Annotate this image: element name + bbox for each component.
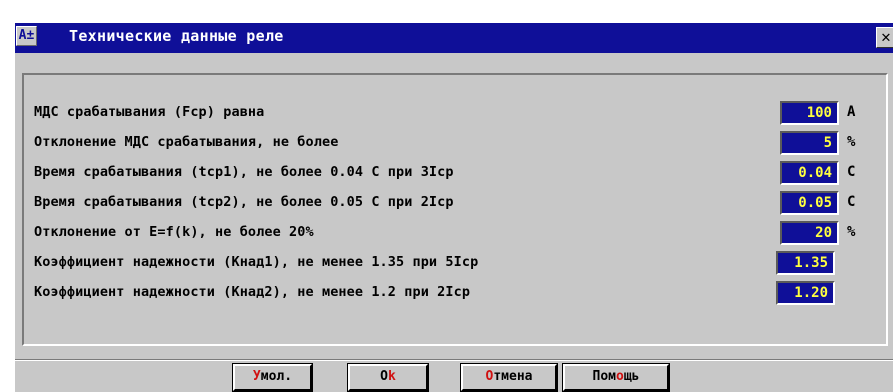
hotkey-letter: о bbox=[616, 369, 624, 384]
trigger-time-2-field[interactable]: 0.05 bbox=[780, 191, 839, 215]
divider bbox=[15, 359, 893, 361]
default-button[interactable]: Умол. bbox=[232, 363, 313, 392]
title-bar[interactable]: A± Технические данные реле bbox=[15, 23, 893, 53]
row-trigger-time-1: Время срабатывания (tср1), не более 0.04… bbox=[24, 161, 874, 186]
system-menu-icon[interactable]: A± bbox=[16, 26, 37, 46]
trigger-time-1-field[interactable]: 0.04 bbox=[780, 161, 839, 185]
row-label: МДС срабатывания (Fср) равна bbox=[34, 104, 265, 120]
row-unit: % bbox=[847, 134, 856, 150]
row-trigger-mmf: МДС срабатывания (Fср) равна 100 А bbox=[24, 101, 874, 126]
row-mmf-deviation: Отклонение МДС срабатывания, не более 5 … bbox=[24, 131, 874, 156]
trigger-mmf-field[interactable]: 100 bbox=[780, 101, 839, 125]
row-label: Отклонение МДС срабатывания, не более bbox=[34, 134, 339, 150]
help-button[interactable]: Помощь bbox=[562, 363, 670, 392]
button-label: О bbox=[380, 369, 388, 384]
cancel-button[interactable]: Отмена bbox=[460, 363, 558, 392]
row-unit: С bbox=[847, 194, 856, 210]
data-panel: МДС срабатывания (Fср) равна 100 А Откло… bbox=[22, 73, 888, 346]
relay-data-dialog: A± Технические данные реле ✕ МДС срабаты… bbox=[14, 22, 893, 392]
row-unit: С bbox=[847, 164, 856, 180]
row-label: Коэффициент надежности (Кнад2), не менее… bbox=[34, 284, 471, 300]
button-label: тмена bbox=[493, 369, 533, 384]
reliability-2-field[interactable]: 1.20 bbox=[776, 281, 835, 305]
close-icon[interactable]: ✕ bbox=[876, 27, 893, 48]
mmf-deviation-field[interactable]: 5 bbox=[780, 131, 839, 155]
row-label: Время срабатывания (tср2), не более 0.05… bbox=[34, 194, 454, 210]
row-reliability-1: Коэффициент надежности (Кнад1), не менее… bbox=[24, 251, 874, 276]
reliability-1-field[interactable]: 1.35 bbox=[776, 251, 835, 275]
row-trigger-time-2: Время срабатывания (tср2), не более 0.05… bbox=[24, 191, 874, 216]
row-label: Время срабатывания (tср1), не более 0.04… bbox=[34, 164, 454, 180]
row-e-deviation: Отклонение от E=f(k), не более 20% 20 % bbox=[24, 221, 874, 246]
e-deviation-field[interactable]: 20 bbox=[780, 221, 839, 245]
row-unit: % bbox=[847, 224, 856, 240]
row-label: Коэффициент надежности (Кнад1), не менее… bbox=[34, 254, 479, 270]
row-label: Отклонение от E=f(k), не более 20% bbox=[34, 224, 314, 240]
hotkey-letter: У bbox=[252, 369, 261, 384]
button-label: Пом bbox=[592, 369, 616, 384]
row-unit: А bbox=[847, 104, 856, 120]
row-reliability-2: Коэффициент надежности (Кнад2), не менее… bbox=[24, 281, 874, 306]
button-label: мол. bbox=[260, 369, 293, 384]
hotkey-letter: k bbox=[388, 369, 396, 384]
ok-button[interactable]: Оk bbox=[347, 363, 429, 392]
button-label: щь bbox=[623, 369, 640, 384]
window-title: Технические данные реле bbox=[69, 27, 284, 45]
